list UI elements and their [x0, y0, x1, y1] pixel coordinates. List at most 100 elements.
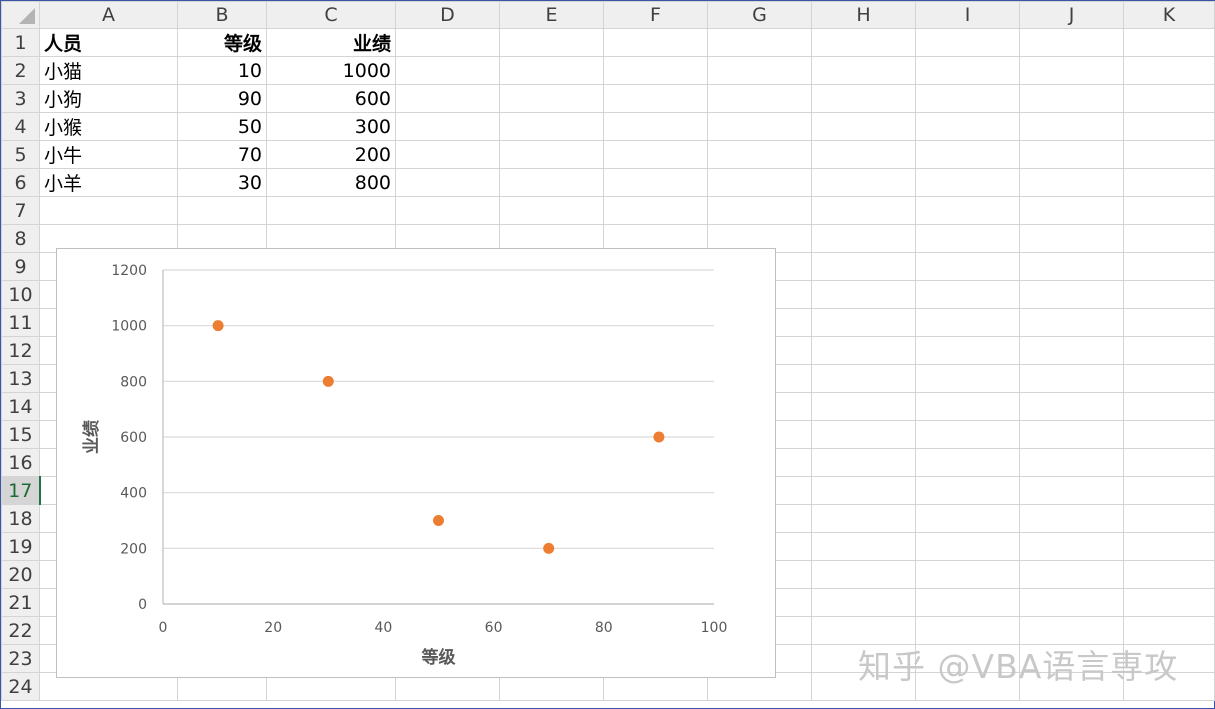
cell-a5[interactable]: 小牛: [39, 140, 178, 169]
cell-j11[interactable]: [1019, 308, 1124, 337]
cell-j9[interactable]: [1019, 252, 1124, 281]
cell-i17[interactable]: [915, 476, 1020, 505]
row-header-2[interactable]: 2: [1, 56, 40, 85]
column-header-g[interactable]: G: [707, 1, 812, 29]
cell-j15[interactable]: [1019, 420, 1124, 449]
cell-j16[interactable]: [1019, 448, 1124, 477]
cell-d3[interactable]: [395, 84, 500, 113]
cell-k20[interactable]: [1123, 560, 1215, 589]
cell-h19[interactable]: [811, 532, 916, 561]
cell-h20[interactable]: [811, 560, 916, 589]
cell-h9[interactable]: [811, 252, 916, 281]
cell-h1[interactable]: [811, 28, 916, 57]
cell-i13[interactable]: [915, 364, 1020, 393]
cell-b4[interactable]: 50: [177, 112, 267, 141]
cell-c5[interactable]: 200: [266, 140, 396, 169]
cell-d2[interactable]: [395, 56, 500, 85]
cell-j13[interactable]: [1019, 364, 1124, 393]
cell-f4[interactable]: [603, 112, 708, 141]
cell-j4[interactable]: [1019, 112, 1124, 141]
row-header-10[interactable]: 10: [1, 280, 40, 309]
cell-j18[interactable]: [1019, 504, 1124, 533]
cell-h2[interactable]: [811, 56, 916, 85]
cell-f1[interactable]: [603, 28, 708, 57]
cell-g7[interactable]: [707, 196, 812, 225]
cell-k12[interactable]: [1123, 336, 1215, 365]
cell-g4[interactable]: [707, 112, 812, 141]
cell-c4[interactable]: 300: [266, 112, 396, 141]
row-header-15[interactable]: 15: [1, 420, 40, 449]
row-header-22[interactable]: 22: [1, 616, 40, 645]
column-header-b[interactable]: B: [177, 1, 267, 29]
cell-c1[interactable]: 业绩: [266, 28, 396, 57]
cell-k21[interactable]: [1123, 588, 1215, 617]
cell-j3[interactable]: [1019, 84, 1124, 113]
column-header-a[interactable]: A: [39, 1, 178, 29]
cell-d1[interactable]: [395, 28, 500, 57]
column-header-f[interactable]: F: [603, 1, 708, 29]
cell-h14[interactable]: [811, 392, 916, 421]
cell-k6[interactable]: [1123, 168, 1215, 197]
cell-i3[interactable]: [915, 84, 1020, 113]
cell-a1[interactable]: 人员: [39, 28, 178, 57]
cell-h21[interactable]: [811, 588, 916, 617]
cell-b6[interactable]: 30: [177, 168, 267, 197]
cell-h5[interactable]: [811, 140, 916, 169]
cell-j10[interactable]: [1019, 280, 1124, 309]
cell-g2[interactable]: [707, 56, 812, 85]
row-header-8[interactable]: 8: [1, 224, 40, 253]
cell-c6[interactable]: 800: [266, 168, 396, 197]
cell-i4[interactable]: [915, 112, 1020, 141]
cell-f2[interactable]: [603, 56, 708, 85]
scatter-chart[interactable]: 0 200 400 600 800 1000 1200 0 20 40 60 80 100 等级 业绩: [56, 248, 776, 678]
cell-g6[interactable]: [707, 168, 812, 197]
cell-i15[interactable]: [915, 420, 1020, 449]
row-header-5[interactable]: 5: [1, 140, 40, 169]
cell-k3[interactable]: [1123, 84, 1215, 113]
row-header-6[interactable]: 6: [1, 168, 40, 197]
cell-f6[interactable]: [603, 168, 708, 197]
cell-j21[interactable]: [1019, 588, 1124, 617]
row-header-12[interactable]: 12: [1, 336, 40, 365]
cell-h16[interactable]: [811, 448, 916, 477]
cell-j8[interactable]: [1019, 224, 1124, 253]
cell-g5[interactable]: [707, 140, 812, 169]
cell-i6[interactable]: [915, 168, 1020, 197]
cell-j6[interactable]: [1019, 168, 1124, 197]
cell-k7[interactable]: [1123, 196, 1215, 225]
cell-h18[interactable]: [811, 504, 916, 533]
cell-j19[interactable]: [1019, 532, 1124, 561]
cell-k16[interactable]: [1123, 448, 1215, 477]
column-header-i[interactable]: I: [915, 1, 1020, 29]
cell-j5[interactable]: [1019, 140, 1124, 169]
cell-j14[interactable]: [1019, 392, 1124, 421]
cell-g1[interactable]: [707, 28, 812, 57]
cell-k5[interactable]: [1123, 140, 1215, 169]
cell-i2[interactable]: [915, 56, 1020, 85]
cell-f7[interactable]: [603, 196, 708, 225]
cell-k13[interactable]: [1123, 364, 1215, 393]
column-header-c[interactable]: C: [266, 1, 396, 29]
column-header-e[interactable]: E: [499, 1, 604, 29]
cell-j7[interactable]: [1019, 196, 1124, 225]
cell-i19[interactable]: [915, 532, 1020, 561]
cell-h3[interactable]: [811, 84, 916, 113]
row-header-20[interactable]: 20: [1, 560, 40, 589]
cell-c7[interactable]: [266, 196, 396, 225]
cell-j20[interactable]: [1019, 560, 1124, 589]
cell-g3[interactable]: [707, 84, 812, 113]
cell-i16[interactable]: [915, 448, 1020, 477]
cell-k17[interactable]: [1123, 476, 1215, 505]
cell-j2[interactable]: [1019, 56, 1124, 85]
cell-h11[interactable]: [811, 308, 916, 337]
cell-h10[interactable]: [811, 280, 916, 309]
column-header-h[interactable]: H: [811, 1, 916, 29]
cell-d5[interactable]: [395, 140, 500, 169]
cell-k18[interactable]: [1123, 504, 1215, 533]
cell-i11[interactable]: [915, 308, 1020, 337]
cell-i8[interactable]: [915, 224, 1020, 253]
cell-k14[interactable]: [1123, 392, 1215, 421]
cell-e1[interactable]: [499, 28, 604, 57]
cell-k4[interactable]: [1123, 112, 1215, 141]
cell-e6[interactable]: [499, 168, 604, 197]
